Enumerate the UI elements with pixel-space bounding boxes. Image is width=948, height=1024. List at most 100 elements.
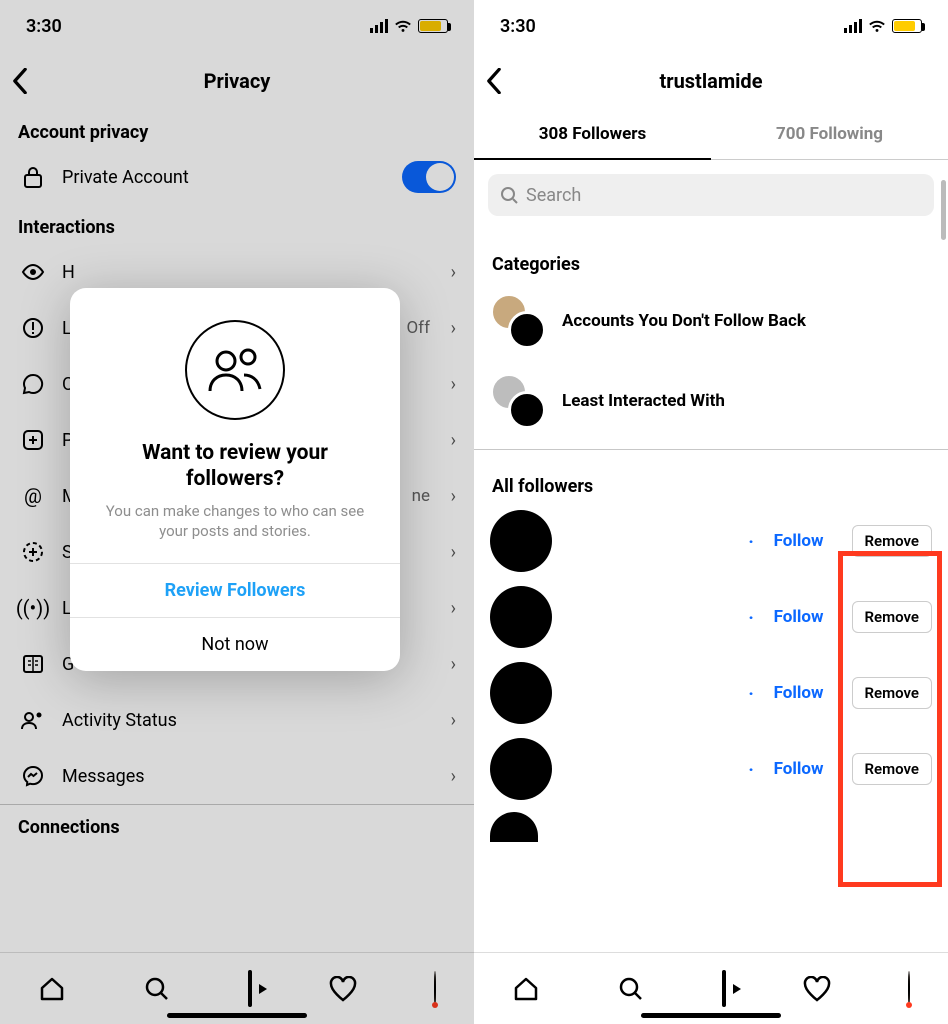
header: trustlamide — [474, 52, 948, 110]
nav-activity-icon[interactable] — [329, 976, 357, 1002]
dot-separator: · — [749, 684, 754, 703]
row-label: H — [62, 262, 75, 283]
battery-icon — [418, 19, 448, 33]
status-right — [370, 19, 448, 33]
chevron-right-icon: › — [451, 486, 456, 507]
review-followers-modal: Want to review your followers? You can m… — [70, 288, 400, 671]
nav-home-icon[interactable] — [38, 975, 66, 1003]
follow-link[interactable]: Follow — [774, 759, 824, 779]
comment-icon — [18, 373, 48, 395]
category-label: Least Interacted With — [562, 391, 725, 411]
modal-body: You can make changes to who can see your… — [104, 501, 366, 542]
activity-icon — [18, 710, 48, 730]
eye-icon — [18, 264, 48, 280]
plus-square-icon — [18, 429, 48, 451]
follow-link[interactable]: Follow — [774, 683, 824, 703]
back-button[interactable] — [486, 68, 502, 94]
review-followers-button[interactable]: Review Followers — [70, 563, 400, 617]
follow-link[interactable]: Follow — [774, 531, 824, 551]
messenger-icon — [18, 765, 48, 787]
header: Privacy — [0, 52, 474, 110]
status-bar: 3:30 — [474, 0, 948, 52]
nav-reels-icon[interactable] — [248, 972, 252, 1005]
tabs: 308 Followers 700 Following — [474, 110, 948, 160]
private-account-toggle[interactable] — [402, 161, 456, 193]
section-connections: Connections — [0, 805, 474, 844]
private-account-label: Private Account — [62, 167, 189, 188]
lock-icon — [18, 165, 48, 189]
alert-icon — [18, 317, 48, 339]
chevron-right-icon: › — [451, 318, 456, 339]
follow-link[interactable]: Follow — [774, 607, 824, 627]
avatar — [490, 738, 552, 800]
nav-search-icon[interactable] — [143, 975, 171, 1003]
search-icon — [500, 186, 518, 204]
row-label: Messages — [62, 766, 145, 787]
chevron-right-icon: › — [451, 542, 456, 563]
chevron-right-icon: › — [451, 710, 456, 731]
nav-home-icon[interactable] — [512, 975, 540, 1003]
status-time: 3:30 — [26, 16, 62, 37]
categories-header: Categories — [474, 242, 948, 281]
not-now-button[interactable]: Not now — [70, 617, 400, 671]
cellular-icon — [844, 19, 862, 33]
tab-followers[interactable]: 308 Followers — [474, 110, 711, 160]
story-icon — [18, 540, 48, 564]
dot-separator: · — [749, 532, 754, 551]
nav-profile-icon[interactable] — [908, 972, 910, 1005]
category-thumb — [490, 373, 546, 429]
nav-activity-icon[interactable] — [803, 976, 831, 1002]
bottom-nav — [0, 952, 474, 1024]
home-indicator — [167, 1013, 307, 1018]
people-icon — [185, 320, 285, 420]
chevron-right-icon: › — [451, 598, 456, 619]
status-bar: 3:30 — [0, 0, 474, 52]
chevron-right-icon: › — [451, 262, 456, 283]
modal-title: Want to review your followers? — [100, 440, 370, 493]
section-account-privacy: Account privacy — [0, 110, 474, 149]
private-account-row[interactable]: Private Account — [0, 149, 474, 205]
chevron-right-icon: › — [451, 374, 456, 395]
chevron-right-icon: › — [451, 766, 456, 787]
row-value: ne — [412, 486, 430, 506]
page-title: Privacy — [0, 69, 474, 93]
dot-separator: · — [749, 760, 754, 779]
status-time: 3:30 — [500, 16, 536, 37]
at-icon: @ — [18, 484, 48, 508]
page-title: trustlamide — [474, 69, 948, 93]
tab-following[interactable]: 700 Following — [711, 110, 948, 160]
nav-search-icon[interactable] — [617, 975, 645, 1003]
live-icon: ((•)) — [18, 596, 48, 620]
wifi-icon — [868, 19, 886, 33]
nav-profile-icon[interactable] — [434, 972, 436, 1005]
chevron-right-icon: › — [451, 430, 456, 451]
search-input[interactable]: Search — [488, 174, 934, 216]
all-followers-header: All followers — [474, 464, 948, 503]
battery-icon — [892, 19, 922, 33]
avatar — [490, 812, 538, 842]
cellular-icon — [370, 19, 388, 33]
nav-reels-icon[interactable] — [722, 972, 726, 1005]
home-indicator — [641, 1013, 781, 1018]
chevron-right-icon: › — [451, 654, 456, 675]
wifi-icon — [394, 19, 412, 33]
row-value: Off — [406, 318, 430, 338]
avatar — [490, 586, 552, 648]
row-activity-status[interactable]: Activity Status › — [0, 692, 474, 748]
category-not-follow-back[interactable]: Accounts You Don't Follow Back — [474, 281, 948, 361]
scroll-indicator — [941, 180, 946, 240]
category-label: Accounts You Don't Follow Back — [562, 311, 806, 331]
category-thumb — [490, 293, 546, 349]
avatar — [490, 510, 552, 572]
search-placeholder: Search — [526, 185, 581, 206]
row-messages[interactable]: Messages › — [0, 748, 474, 804]
guides-icon — [18, 653, 48, 675]
back-button[interactable] — [12, 68, 28, 94]
section-interactions: Interactions — [0, 205, 474, 244]
followers-screen: 3:30 trustlamide 308 Followers 700 Follo… — [474, 0, 948, 1024]
highlight-annotation — [838, 551, 942, 887]
category-least-interacted[interactable]: Least Interacted With — [474, 361, 948, 441]
status-right — [844, 19, 922, 33]
privacy-screen: 3:30 Privacy Account privacy Private Acc… — [0, 0, 474, 1024]
row-label: Activity Status — [62, 710, 177, 731]
